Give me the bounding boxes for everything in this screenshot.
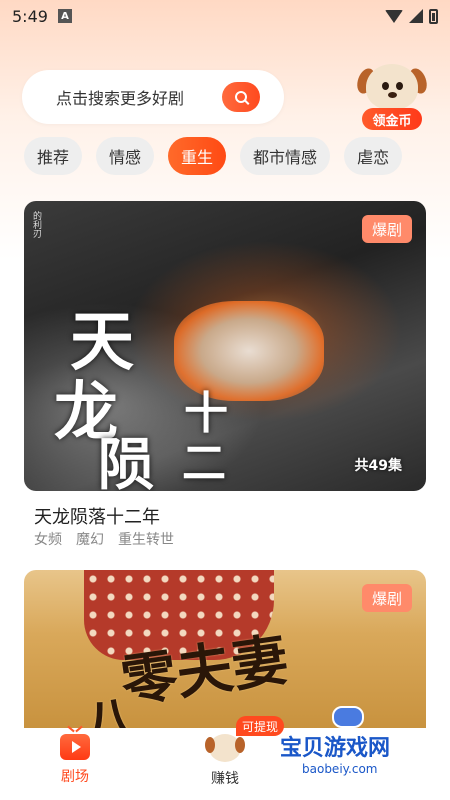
game-controller-icon [332, 706, 364, 728]
wifi-icon [385, 9, 403, 23]
tab-angst-romance[interactable]: 虐恋 [344, 137, 403, 175]
status-bar: 5:49 A [0, 0, 450, 32]
search-bar[interactable]: 点击搜索更多好剧 [22, 70, 284, 124]
tab-rebirth[interactable]: 重生 [168, 137, 227, 175]
play-icon [71, 741, 81, 753]
poster-title-art: 十 [184, 388, 228, 439]
dog-mascot-icon [205, 734, 245, 762]
watermark-text: 宝贝游戏网 [280, 736, 391, 761]
status-time: 5:49 [12, 6, 48, 26]
poster-title-art: 二 [182, 438, 226, 489]
poster-side-text: 的利刃 [31, 211, 41, 238]
episode-count: 共49集 [354, 458, 402, 474]
search-icon [235, 91, 247, 103]
search-button[interactable] [222, 82, 260, 112]
poster-burn-art [174, 301, 324, 401]
claim-coins-widget[interactable]: 领金币 [354, 62, 430, 132]
category-tabs: 推荐 情感 重生 都市情感 虐恋 [24, 137, 403, 175]
dog-mascot-icon [366, 64, 418, 110]
poster-title-art: 八 [81, 689, 138, 730]
dog-eye [382, 82, 389, 90]
signal-icon [409, 9, 423, 23]
hot-badge: 爆剧 [362, 215, 412, 243]
tab-recommend[interactable]: 推荐 [24, 137, 83, 175]
drama-title[interactable]: 天龙陨落十二年 [34, 503, 160, 529]
claim-coins-label[interactable]: 领金币 [362, 108, 422, 130]
notification-icon: A [57, 9, 72, 23]
watermark-url: baobeiy.com [302, 762, 378, 776]
nav-theater-label: 剧场 [61, 769, 89, 785]
tv-play-icon [60, 734, 90, 760]
poster-title-art: 天 [70, 305, 134, 380]
site-watermark: 宝贝游戏网 baobeiy.com [268, 706, 418, 790]
drama-card[interactable]: 的利刃 天 龙 陨 十 二 爆剧 共49集 [24, 201, 426, 491]
tag: 魔幻 [76, 532, 104, 548]
poster-title-art: 陨 [98, 432, 154, 491]
hot-badge: 爆剧 [362, 584, 412, 612]
drama-poster[interactable]: 的利刃 天 龙 陨 十 二 爆剧 共49集 [24, 201, 426, 491]
tag: 重生转世 [118, 532, 174, 548]
tab-urban-emotion[interactable]: 都市情感 [240, 137, 331, 175]
search-placeholder: 点击搜索更多好剧 [56, 89, 185, 108]
tab-emotion[interactable]: 情感 [96, 137, 155, 175]
dog-eye [396, 82, 403, 90]
tag: 女频 [34, 532, 62, 548]
nav-theater[interactable]: 剧场 [0, 728, 150, 800]
dog-nose [388, 92, 397, 98]
battery-icon [429, 8, 438, 24]
drama-tags: 女频 魔幻 重生转世 [34, 529, 174, 549]
nav-earn-label: 赚钱 [211, 771, 239, 787]
